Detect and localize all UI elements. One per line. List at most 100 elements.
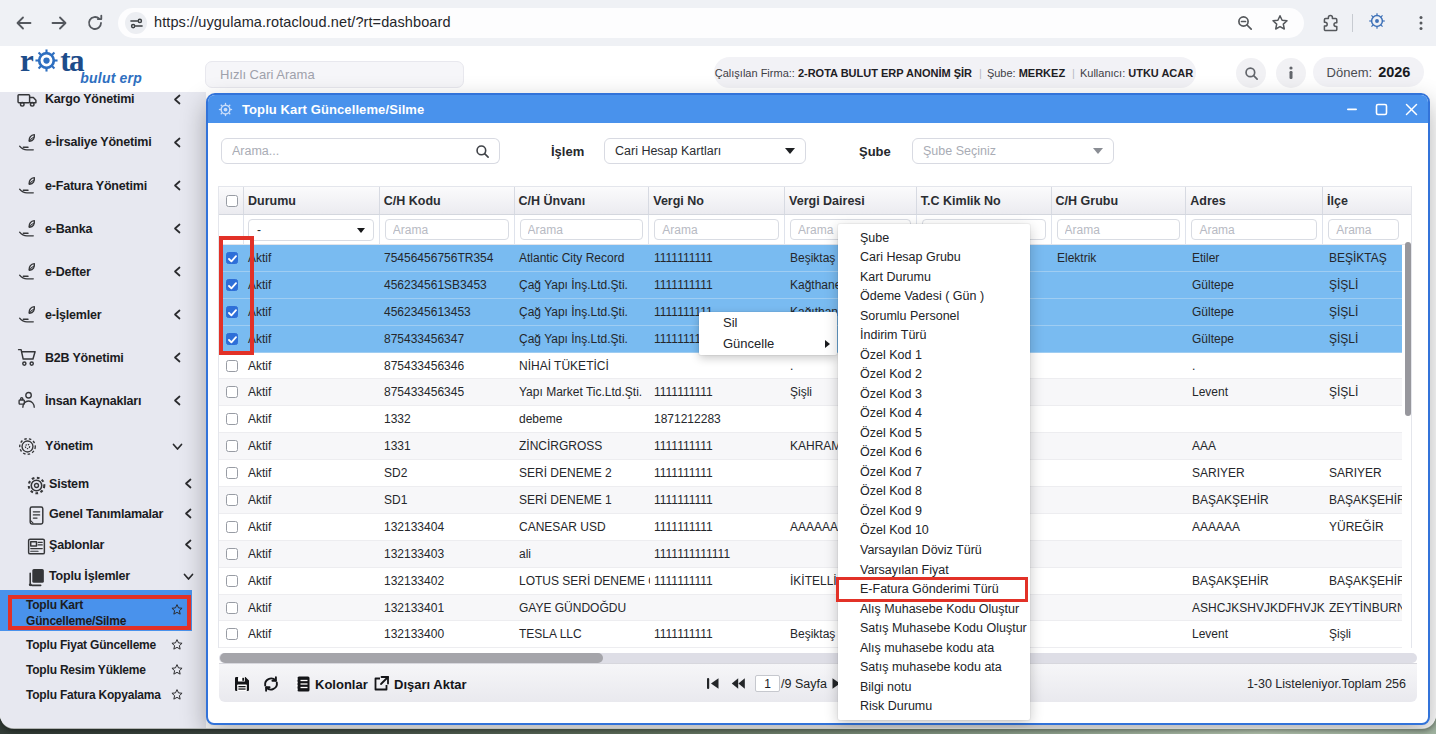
- sidebar-item-sistem[interactable]: Sistem: [0, 469, 206, 499]
- submenu-item--zel-kod-3[interactable]: Özel Kod 3: [838, 384, 1030, 404]
- extensions-puzzle-icon[interactable]: [1322, 14, 1340, 32]
- rota-logo[interactable]: rta bulut erp: [20, 47, 142, 89]
- page-number-input[interactable]: [755, 675, 780, 692]
- column-header-vergi-no[interactable]: Vergi No: [649, 187, 785, 214]
- sidebar-item-b2b-y-netimi[interactable]: B2B Yönetimi: [0, 343, 206, 373]
- zoom-icon[interactable]: [1236, 14, 1254, 32]
- modal-titlebar[interactable]: Toplu Kart Güncelleme/Silme: [208, 95, 1428, 123]
- row-checkbox[interactable]: [226, 440, 238, 452]
- table-row[interactable]: Aktif132133400TESLA LLC1111111111Beşikta…: [219, 621, 1402, 648]
- sidebar-item-e-defter[interactable]: e-Defter: [0, 257, 206, 287]
- row-checkbox[interactable]: [226, 548, 238, 560]
- sidebar-item-y-netim[interactable]: Yönetim: [0, 431, 206, 461]
- table-row[interactable]: Aktif875433456346NİHAİ TÜKETİCİ..: [219, 353, 1402, 380]
- favorite-star-icon[interactable]: [170, 638, 184, 652]
- table-row[interactable]: Aktif132133403ali1111111111111: [219, 541, 1402, 568]
- table-row[interactable]: Aktif875433456345Yapı Market Tic.Ltd.Şti…: [219, 379, 1402, 406]
- sidebar-item-genel-tan-mlamalar[interactable]: Genel Tanımlamalar: [0, 499, 206, 529]
- column-filter-input[interactable]: [385, 219, 509, 240]
- submenu-item--zel-kod-9[interactable]: Özel Kod 9: [838, 501, 1030, 521]
- column-header-durumu[interactable]: Durumu: [244, 187, 380, 214]
- forward-icon[interactable]: [49, 13, 69, 33]
- submenu-item--zel-kod-7[interactable]: Özel Kod 7: [838, 462, 1030, 482]
- address-bar[interactable]: https://uygulama.rotacloud.net/?rt=dashb…: [118, 8, 1304, 38]
- row-checkbox[interactable]: [226, 360, 238, 372]
- modal-search-input[interactable]: [221, 138, 467, 164]
- menu-kebab-icon[interactable]: [1412, 14, 1430, 32]
- sidebar-item-e-i-rsaliye-y-netimi[interactable]: e-İrsaliye Yönetimi: [0, 127, 206, 157]
- sidebar-item-toplu-fatura-kopyalama[interactable]: Toplu Fatura Kopyalama: [0, 680, 206, 710]
- column-filter-input[interactable]: [654, 219, 779, 240]
- table-row[interactable]: Aktif456234561SB3453Çağ Yapı İnş.Ltd.Şti…: [219, 272, 1402, 299]
- column-filter-input[interactable]: [1057, 219, 1181, 240]
- table-row[interactable]: Aktif132133404CANESAR USD1111111111AAAAA…: [219, 514, 1402, 541]
- header-search-button[interactable]: [1236, 58, 1266, 88]
- url-text[interactable]: https://uygulama.rotacloud.net/?rt=dashb…: [154, 14, 451, 30]
- column-header-c-h-grubu[interactable]: C/H Grubu: [1052, 187, 1187, 214]
- table-row[interactable]: Aktif132133401GAYE GÜNDOĞDUASHCJKSHVJKDF…: [219, 595, 1402, 622]
- row-checkbox[interactable]: [226, 386, 238, 398]
- horizontal-scrollbar-thumb[interactable]: [220, 653, 603, 663]
- submenu-item-sat-muhasebe-kodu-ata[interactable]: Satış muhasebe kodu ata: [838, 657, 1030, 677]
- column-header-c-h-nvan-[interactable]: C/H Ünvanı: [515, 187, 650, 214]
- submenu-item-bilgi-notu[interactable]: Bilgi notu: [838, 677, 1030, 697]
- export-icon[interactable]: [372, 675, 390, 693]
- row-checkbox[interactable]: [226, 467, 238, 479]
- minimize-icon[interactable]: [1346, 103, 1358, 115]
- submenu-item--deme-vadesi-g-n-[interactable]: Ödeme Vadesi ( Gün ): [838, 287, 1030, 307]
- row-checkbox[interactable]: [226, 521, 238, 533]
- submenu-item--zel-kod-8[interactable]: Özel Kod 8: [838, 482, 1030, 502]
- context-menu-item-g-ncelle[interactable]: Güncelle: [699, 333, 837, 354]
- first-page-icon[interactable]: [705, 676, 721, 691]
- submenu-item--zel-kod-5[interactable]: Özel Kod 5: [838, 423, 1030, 443]
- modal-search-button[interactable]: [466, 138, 500, 164]
- rota-wheel-extension-icon[interactable]: [1368, 12, 1390, 34]
- column-header-t-c-kimlik-no[interactable]: T.C Kimlik No: [917, 187, 1052, 214]
- row-checkbox[interactable]: [226, 628, 238, 640]
- table-row[interactable]: Aktif75456456756TR354Atlantic City Recor…: [219, 245, 1402, 272]
- info-button[interactable]: [1276, 58, 1306, 88]
- submenu-item-sorumlu-personel[interactable]: Sorumlu Personel: [838, 306, 1030, 326]
- submenu-item-varsay-lan-d-viz-t-r-[interactable]: Varsayılan Döviz Türü: [838, 540, 1030, 560]
- column-header-c-h-kodu[interactable]: C/H Kodu: [380, 187, 515, 214]
- sidebar-item-i-nsan-kaynaklar-[interactable]: İnsan Kaynakları: [0, 386, 206, 416]
- column-header-adres[interactable]: Adres: [1186, 187, 1323, 214]
- sidebar-item-e-banka[interactable]: e-Banka: [0, 214, 206, 244]
- sidebar-item-toplu-i-lemler[interactable]: Toplu İşlemler: [0, 561, 206, 591]
- sube-select[interactable]: Şube Seçiniz: [912, 138, 1114, 164]
- favorite-star-icon[interactable]: [170, 688, 184, 702]
- sidebar-item--ablonlar[interactable]: Şablonlar: [0, 530, 206, 560]
- submenu-item-sat-muhasebe-kodu-olu-tur[interactable]: Satış Muhasebe Kodu Oluştur: [838, 618, 1030, 638]
- status-filter-select[interactable]: -: [248, 219, 374, 241]
- reload-icon[interactable]: [85, 13, 105, 33]
- context-menu-item-sil[interactable]: Sil: [699, 312, 837, 333]
- table-row[interactable]: Aktif1332debeme1871212283: [219, 406, 1402, 433]
- vertical-scrollbar-thumb[interactable]: [1405, 242, 1411, 416]
- column-filter-input[interactable]: [1328, 219, 1399, 240]
- disari-aktar-button[interactable]: Dışarı Aktar: [394, 677, 467, 692]
- refresh-icon[interactable]: [262, 675, 280, 693]
- submenu-item-kart-durumu[interactable]: Kart Durumu: [838, 267, 1030, 287]
- maximize-icon[interactable]: [1375, 103, 1388, 116]
- table-row[interactable]: Aktif1331ZİNCİRGROSS1111111111KAHRAMANMA…: [219, 433, 1402, 460]
- table-row[interactable]: AktifSD2SERİ DENEME 21111111111SARIYERSA…: [219, 460, 1402, 487]
- submenu-item--ube[interactable]: Şube: [838, 228, 1030, 248]
- kolonlar-button[interactable]: Kolonlar: [315, 677, 368, 692]
- submenu-item--zel-kod-2[interactable]: Özel Kod 2: [838, 365, 1030, 385]
- submenu-item-risk-durumu[interactable]: Risk Durumu: [838, 696, 1030, 716]
- close-icon[interactable]: [1405, 103, 1418, 116]
- submenu-item--zel-kod-10[interactable]: Özel Kod 10: [838, 521, 1030, 541]
- sidebar-item-e-fatura-y-netimi[interactable]: e-Fatura Yönetimi: [0, 171, 206, 201]
- previous-page-icon[interactable]: [730, 676, 746, 691]
- submenu-item--zel-kod-4[interactable]: Özel Kod 4: [838, 404, 1030, 424]
- submenu-item--zel-kod-1[interactable]: Özel Kod 1: [838, 345, 1030, 365]
- column-header-i-l-e[interactable]: İlçe: [1323, 187, 1411, 214]
- back-icon[interactable]: [14, 13, 34, 33]
- column-filter-input[interactable]: [1191, 219, 1317, 240]
- column-filter-input[interactable]: [520, 219, 644, 240]
- islem-select[interactable]: Cari Hesap Kartları: [604, 138, 806, 164]
- site-settings-icon[interactable]: [125, 12, 147, 34]
- row-checkbox[interactable]: [226, 413, 238, 425]
- row-checkbox[interactable]: [226, 602, 238, 614]
- row-checkbox[interactable]: [226, 494, 238, 506]
